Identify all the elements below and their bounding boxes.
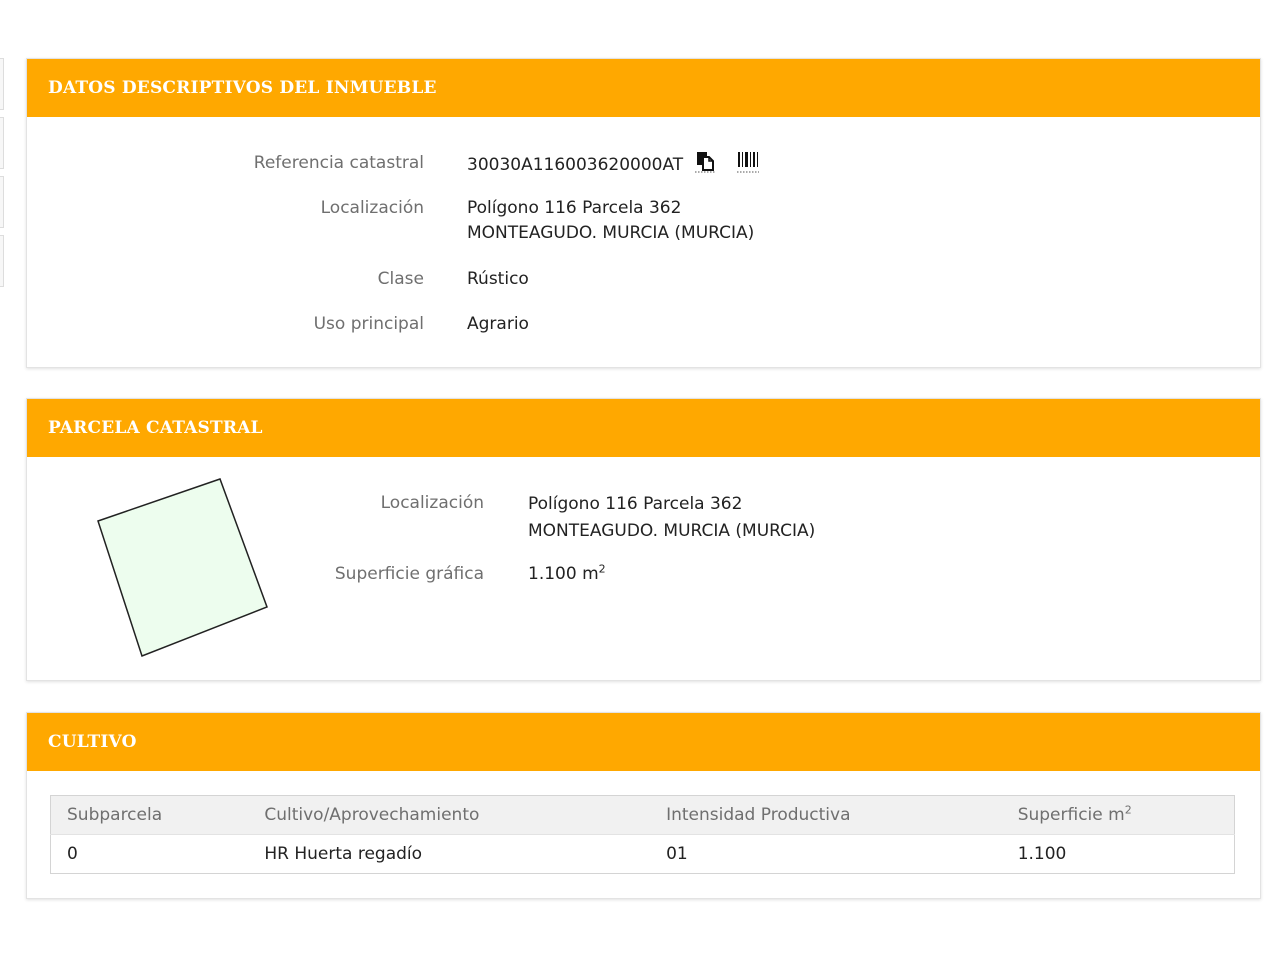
referencia-label: Referencia catastral [253,153,424,173]
side-tab[interactable] [0,117,4,169]
cell-superficie: 1.100 [1001,834,1235,874]
superficie-value-row: 1.100 m2 [528,562,606,587]
uso-value: Agrario [467,314,529,334]
parcela-catastral-panel: PARCELA CATASTRAL Localización Polígono … [26,398,1261,681]
panel-title: CULTIVO [27,713,1260,771]
panel-title: DATOS DESCRIPTIVOS DEL INMUEBLE [27,59,1260,117]
side-tab[interactable] [0,176,4,228]
superficie-unit-exponent: 2 [598,562,606,576]
referencia-value: 30030A116003620000AT [467,155,684,175]
referencia-value-row: 30030A116003620000AT [467,151,759,178]
datos-descriptivos-panel: DATOS DESCRIPTIVOS DEL INMUEBLE Referenc… [26,58,1261,368]
col-superficie: Superficie m2 [1001,795,1235,835]
barcode-icon[interactable] [736,151,759,173]
uso-label: Uso principal [313,314,424,334]
parcel-polygon[interactable] [97,478,268,657]
cell-intensidad: 01 [650,834,1002,874]
col-superficie-exponent: 2 [1124,803,1132,817]
copy-icon[interactable] [694,151,715,173]
col-intensidad: Intensidad Productiva [650,795,1002,835]
parcela-localizacion-line2: MONTEAGUDO. MURCIA (MURCIA) [528,521,816,541]
localizacion-value: Polígono 116 Parcela 362 MONTEAGUDO. MUR… [467,196,754,246]
superficie-value: 1.100 m [528,564,599,584]
localizacion-line1: Polígono 116 Parcela 362 [467,198,682,218]
side-tab[interactable] [0,235,4,287]
cell-subparcela: 0 [50,834,249,874]
col-cultivo: Cultivo/Aprovechamiento [248,795,651,835]
parcela-localizacion-line1: Polígono 116 Parcela 362 [528,494,743,514]
col-superficie-label: Superficie m [1017,805,1125,825]
parcela-localizacion-value: Polígono 116 Parcela 362 MONTEAGUDO. MUR… [528,491,815,545]
table-row: 0 HR Huerta regadío 01 1.100 [50,834,1235,874]
side-tab[interactable] [0,58,4,110]
table-header-row: Subparcela Cultivo/Aprovechamiento Inten… [50,795,1235,835]
cell-cultivo: HR Huerta regadío [248,834,651,874]
parcela-localizacion-label: Localización [380,493,484,513]
parcel-shape[interactable] [87,469,287,669]
clase-value: Rústico [467,269,529,289]
cultivo-panel: CULTIVO Subparcela Cultivo/Aprovechamien… [26,712,1261,899]
superficie-label: Superficie gráfica [334,564,484,584]
col-subparcela: Subparcela [50,795,249,835]
localizacion-line2: MONTEAGUDO. MURCIA (MURCIA) [467,223,755,243]
localizacion-label: Localización [320,198,424,218]
clase-label: Clase [377,269,424,289]
panel-title: PARCELA CATASTRAL [27,399,1260,457]
cultivo-table: Subparcela Cultivo/Aprovechamiento Inten… [50,795,1235,874]
